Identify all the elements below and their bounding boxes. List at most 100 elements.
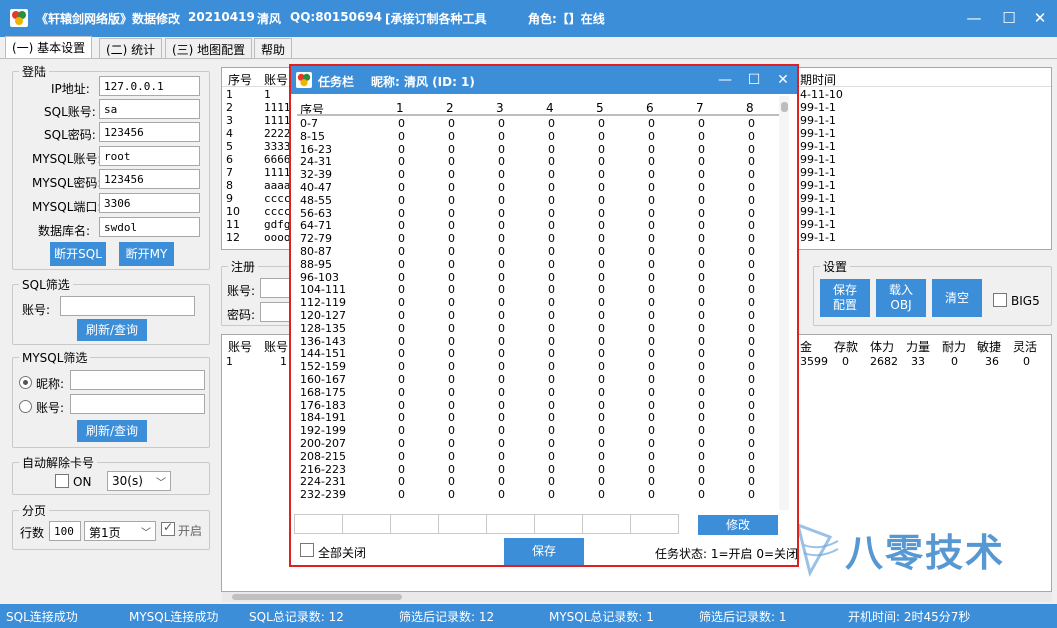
big5-checkbox[interactable]	[993, 293, 1007, 307]
rows-input[interactable]: 100	[49, 521, 81, 541]
task-grid-scrollbar-thumb[interactable]	[781, 102, 788, 112]
task-grid-row[interactable]: 80-87 0 0 0 0 0 0 0 0	[294, 245, 784, 258]
grid-cell-index: 7	[226, 166, 233, 179]
minimize-button[interactable]: —	[961, 6, 987, 30]
close-button[interactable]: ✕	[1027, 6, 1053, 30]
sql-password-field[interactable]: 123456	[99, 122, 200, 142]
task-edit-cell[interactable]	[583, 515, 631, 533]
task-range-cell: 72-79	[300, 232, 332, 246]
account-radio[interactable]	[19, 400, 32, 413]
ip-field[interactable]: 127.0.0.1	[99, 76, 200, 96]
task-grid-row[interactable]: 184-191 0 0 0 0 0 0 0 0	[294, 411, 784, 424]
tab-help[interactable]: 帮助	[254, 38, 293, 58]
task-edit-cell[interactable]	[295, 515, 343, 533]
nickname-radio[interactable]	[19, 376, 32, 389]
task-grid[interactable]: 序号 1 2 3 4 5 6 7 8 0-7 0 0 0 0 0 0 0 0 8-15 0 0 0 0 0 0…	[294, 96, 790, 510]
horizontal-scrollbar[interactable]	[222, 592, 1052, 602]
tab-basic-settings[interactable]: (一) 基本设置	[5, 36, 93, 58]
tab-map-config[interactable]: (三) 地图配置	[165, 38, 253, 58]
task-status-cell: 0	[598, 257, 605, 271]
task-grid-row[interactable]: 192-199 0 0 0 0 0 0 0 0	[294, 424, 784, 437]
mysql-port-field[interactable]: 3306	[99, 193, 200, 213]
task-grid-row[interactable]: 176-183 0 0 0 0 0 0 0 0	[294, 399, 784, 412]
task-status-cell: 0	[698, 181, 705, 194]
database-name-field[interactable]: swdol	[99, 217, 200, 237]
sql-refresh-button[interactable]: 刷新/查询	[77, 319, 147, 341]
task-grid-row[interactable]: 216-223 0 0 0 0 0 0 0 0	[294, 463, 784, 476]
dialog-close-button[interactable]: ✕	[771, 69, 795, 91]
close-all-checkbox[interactable]	[300, 543, 314, 557]
save-button[interactable]: 保存	[504, 538, 584, 565]
auto-unlock-checkbox[interactable]	[55, 474, 69, 488]
disconnect-mysql-button[interactable]: 断开MY	[119, 242, 174, 266]
task-grid-row[interactable]: 128-135 0 0 0 0 0 0 0 0	[294, 322, 784, 335]
task-grid-row[interactable]: 56-63 0 0 0 0 0 0 0 0	[294, 207, 784, 220]
task-edit-cell[interactable]	[391, 515, 439, 533]
task-range-cell: 200-207	[300, 437, 346, 450]
modify-button[interactable]: 修改	[698, 515, 778, 535]
task-grid-row[interactable]: 160-167 0 0 0 0 0 0 0 0	[294, 373, 784, 386]
task-dialog-titlebar[interactable]: 任务栏 昵称: 清风 (ID: 1) — ☐ ✕	[291, 66, 797, 94]
mysql-account-filter-input[interactable]	[70, 394, 205, 414]
task-grid-row[interactable]: 120-127 0 0 0 0 0 0 0 0	[294, 309, 784, 322]
task-status-cell: 0	[698, 206, 705, 220]
task-grid-row[interactable]: 32-39 0 0 0 0 0 0 0 0	[294, 168, 784, 181]
task-grid-row[interactable]: 48-55 0 0 0 0 0 0 0 0	[294, 194, 784, 207]
task-grid-row[interactable]: 88-95 0 0 0 0 0 0 0 0	[294, 258, 784, 271]
task-edit-cell[interactable]	[439, 515, 487, 533]
task-grid-row[interactable]: 200-207 0 0 0 0 0 0 0 0	[294, 437, 784, 450]
paging-enable-checkbox[interactable]	[161, 520, 175, 536]
task-status-cell: 0	[698, 462, 705, 476]
task-grid-row[interactable]: 224-231 0 0 0 0 0 0 0 0	[294, 475, 784, 488]
task-grid-row[interactable]: 8-15 0 0 0 0 0 0 0 0	[294, 130, 784, 143]
task-grid-scrollbar[interactable]	[779, 96, 789, 510]
grid-cell-index: 1	[226, 88, 233, 101]
tab-statistics[interactable]: (二) 统计	[99, 38, 163, 58]
task-grid-row[interactable]: 112-119 0 0 0 0 0 0 0 0	[294, 296, 784, 309]
clear-button[interactable]: 清空	[932, 279, 982, 317]
disconnect-sql-button[interactable]: 断开SQL	[50, 242, 106, 266]
task-grid-row[interactable]: 16-23 0 0 0 0 0 0 0 0	[294, 143, 784, 156]
app-logo-icon	[10, 9, 28, 27]
horizontal-scrollbar-thumb[interactable]	[232, 594, 402, 600]
task-grid-row[interactable]: 144-151 0 0 0 0 0 0 0 0	[294, 347, 784, 360]
task-edit-row[interactable]	[294, 514, 679, 534]
task-grid-row[interactable]: 152-159 0 0 0 0 0 0 0 0	[294, 360, 784, 373]
dialog-maximize-button[interactable]: ☐	[742, 69, 766, 91]
task-grid-row[interactable]: 232-239 0 0 0 0 0 0 0 0	[294, 488, 784, 501]
dialog-minimize-button[interactable]: —	[713, 69, 737, 91]
unlock-interval-select[interactable]: 30(s) ﹀	[107, 471, 171, 491]
sql-account-field[interactable]: sa	[99, 99, 200, 119]
mysql-account-field[interactable]: root	[99, 146, 200, 166]
task-grid-row[interactable]: 136-143 0 0 0 0 0 0 0 0	[294, 335, 784, 348]
task-edit-cell[interactable]	[487, 515, 535, 533]
task-edit-cell[interactable]	[535, 515, 583, 533]
task-status-cell: 0	[748, 270, 755, 284]
page-select[interactable]: 第1页 ﹀	[84, 521, 156, 541]
register-password-input[interactable]	[260, 302, 290, 322]
nickname-input[interactable]	[70, 370, 205, 390]
task-grid-row[interactable]: 24-31 0 0 0 0 0 0 0 0	[294, 155, 784, 168]
task-grid-row[interactable]: 64-71 0 0 0 0 0 0 0 0	[294, 219, 784, 232]
task-grid-row[interactable]: 40-47 0 0 0 0 0 0 0 0	[294, 181, 784, 194]
maximize-button[interactable]: ☐	[996, 6, 1022, 30]
task-edit-cell[interactable]	[631, 515, 678, 533]
task-grid-row[interactable]: 96-103 0 0 0 0 0 0 0 0	[294, 271, 784, 284]
task-grid-row[interactable]: 168-175 0 0 0 0 0 0 0 0	[294, 386, 784, 399]
task-edit-cell[interactable]	[343, 515, 391, 533]
sql-filter-account-input[interactable]	[60, 296, 195, 316]
task-grid-row[interactable]: 0-7 0 0 0 0 0 0 0 0	[294, 117, 784, 130]
task-status-cell: 0	[698, 270, 705, 284]
load-obj-button[interactable]: 载入OBJ	[876, 279, 926, 317]
task-grid-row[interactable]: 208-215 0 0 0 0 0 0 0 0	[294, 450, 784, 463]
mysql-password-field[interactable]: 123456	[99, 169, 200, 189]
mysql-refresh-button[interactable]: 刷新/查询	[77, 420, 147, 442]
task-status-cell: 0	[698, 245, 705, 258]
rows-label: 行数	[20, 526, 45, 540]
register-account-input[interactable]	[260, 278, 290, 298]
task-grid-row[interactable]: 104-111 0 0 0 0 0 0 0 0	[294, 283, 784, 296]
task-grid-row[interactable]: 72-79 0 0 0 0 0 0 0 0	[294, 232, 784, 245]
sql-password-label: SQL密码:	[44, 128, 96, 142]
save-config-button[interactable]: 保存配置	[820, 279, 870, 317]
task-status-cell: 0	[648, 334, 655, 348]
